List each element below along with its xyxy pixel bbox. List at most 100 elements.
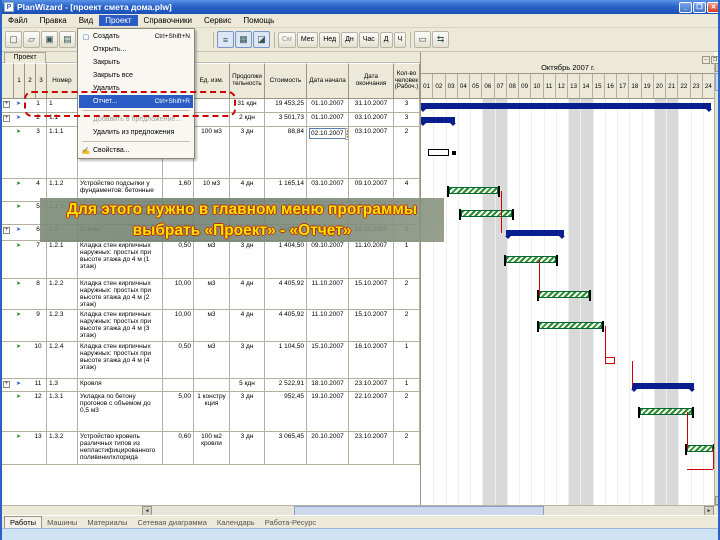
gantt-bar-task[interactable] bbox=[684, 443, 714, 455]
cost-cell[interactable]: 1 104,50 bbox=[265, 342, 307, 379]
gantt-bar-outline[interactable] bbox=[428, 149, 450, 156]
child-minimize-button[interactable]: – bbox=[702, 56, 710, 64]
start-date-cell[interactable]: 15.10.2007 bbox=[307, 342, 349, 379]
menubar-item-Помощь[interactable]: Помощь bbox=[237, 15, 280, 26]
gantt-bar-task[interactable] bbox=[638, 407, 694, 418]
timescale-button-Час[interactable]: Час bbox=[358, 31, 379, 48]
start-date-editor[interactable]: 02.10.2007 ▴ ▾ bbox=[309, 128, 348, 140]
task-number-cell[interactable]: 1.3.1 bbox=[47, 392, 78, 432]
duration-cell[interactable]: 5 кдн bbox=[230, 379, 265, 392]
gantt-bar-task[interactable] bbox=[503, 255, 558, 266]
scroll-up-icon[interactable]: ▲ bbox=[715, 63, 718, 72]
quantity-cell[interactable]: 5,00 bbox=[163, 392, 194, 432]
timescale-button-См[interactable]: См bbox=[278, 31, 296, 48]
end-date-cell[interactable]: 03.10.2007 bbox=[349, 113, 394, 126]
table-row[interactable]: ➤ 10 1.2.4 Кладка стен кирпичных наружных: … bbox=[2, 342, 420, 380]
menubar-item-Справочники[interactable]: Справочники bbox=[138, 15, 198, 26]
workers-cell[interactable]: 2 bbox=[394, 432, 420, 465]
task-name-cell[interactable]: Укладка по бетону прогонов с объемом до … bbox=[78, 392, 163, 432]
end-date-cell[interactable]: 22.10.2007 bbox=[349, 392, 394, 432]
unit-cell[interactable]: м3 bbox=[194, 310, 230, 342]
view-tab-Работа-Ресурс[interactable]: Работа-Ресурс bbox=[260, 517, 321, 528]
start-date-cell[interactable]: 01.10.2007 bbox=[307, 113, 349, 126]
task-name-cell[interactable]: Устройство кровель различных типов из не… bbox=[78, 432, 163, 465]
start-date-cell[interactable]: 19.10.2007 bbox=[307, 392, 349, 432]
menubar-item-Вид[interactable]: Вид bbox=[73, 15, 99, 26]
task-number-cell[interactable]: 1.2.1 bbox=[47, 241, 78, 278]
end-date-cell[interactable]: 31.10.2007 bbox=[349, 99, 394, 112]
unit-cell[interactable]: 100 м3 bbox=[194, 127, 230, 178]
task-name-cell[interactable]: Кладка стен кирпичных наружных: простых … bbox=[78, 342, 163, 379]
cost-cell[interactable]: 2 522,91 bbox=[265, 379, 307, 392]
duration-cell[interactable]: 3 дн bbox=[230, 127, 265, 178]
view-tab-Машины[interactable]: Машины bbox=[42, 517, 82, 528]
gantt-bar-summary[interactable] bbox=[504, 230, 566, 239]
duration-cell[interactable]: 3 дн bbox=[230, 241, 265, 278]
view-tab-Календарь[interactable]: Календарь bbox=[212, 517, 260, 528]
open-folder-icon[interactable]: ▱ bbox=[23, 31, 40, 48]
end-date-cell[interactable]: 23.10.2007 bbox=[349, 432, 394, 465]
gantt-view-icon[interactable]: ◪ bbox=[253, 31, 270, 48]
menubar-item-Сервис[interactable]: Сервис bbox=[198, 15, 237, 26]
gantt-bar-summary[interactable] bbox=[421, 103, 713, 112]
menubar-item-Файл[interactable]: Файл bbox=[2, 15, 34, 26]
menu-item-закрыть-все[interactable]: Закрыть все bbox=[79, 69, 193, 82]
workers-cell[interactable]: 2 bbox=[394, 127, 420, 178]
save-icon[interactable]: ▣ bbox=[41, 31, 58, 48]
workers-cell[interactable]: 3 bbox=[394, 113, 420, 126]
menu-item-удалить-из-предложения[interactable]: Удалить из предложения bbox=[79, 126, 193, 139]
menubar-item-Проект[interactable]: Проект bbox=[99, 15, 138, 26]
cost-cell[interactable]: 88,84 bbox=[265, 127, 307, 178]
task-number-cell[interactable]: 1.2.2 bbox=[47, 279, 78, 310]
vertical-scrollbar[interactable]: ▲ ▼ bbox=[714, 63, 718, 505]
menu-item-открыть-[interactable]: Открыть... bbox=[79, 43, 193, 56]
duration-cell[interactable]: 3 дн bbox=[230, 432, 265, 465]
close-button[interactable]: ✕ bbox=[707, 1, 718, 13]
task-name-cell[interactable]: Кладка стен кирпичных наружных: простых … bbox=[78, 279, 163, 310]
table-row[interactable]: + ➤ 11 1.3 Кровля 5 кдн 2 522,91 18.10.2007 23.1… bbox=[2, 379, 420, 393]
new-file-icon[interactable]: ▢ bbox=[5, 31, 22, 48]
project-pane-tab[interactable]: Проект bbox=[4, 52, 46, 63]
duration-cell[interactable]: 4 дн bbox=[230, 310, 265, 342]
start-date-cell[interactable]: 09.10.2007 bbox=[307, 241, 349, 278]
timescale-button-Д[interactable]: Д bbox=[379, 31, 393, 48]
unit-cell[interactable]: 1 констру кция bbox=[194, 392, 230, 432]
task-number-cell[interactable]: 1.3 bbox=[47, 379, 78, 392]
quantity-cell[interactable]: 0,50 bbox=[163, 342, 194, 379]
view-tab-Материалы[interactable]: Материалы bbox=[82, 517, 132, 528]
print-icon[interactable]: ▤ bbox=[59, 31, 76, 48]
end-date-cell[interactable]: 15.10.2007 bbox=[349, 310, 394, 342]
gantt-bar-red[interactable] bbox=[604, 356, 615, 364]
gantt-bar-task[interactable] bbox=[447, 185, 501, 197]
task-name-cell[interactable]: Кровля bbox=[78, 379, 163, 392]
menu-item-закрыть[interactable]: Закрыть bbox=[79, 56, 193, 69]
end-date-cell[interactable]: 15.10.2007 bbox=[349, 279, 394, 310]
expand-toggle-icon[interactable]: + bbox=[3, 115, 10, 122]
menu-item-создать[interactable]: ▢ Создать Ctrl+Shift+N bbox=[79, 30, 193, 43]
task-name-cell[interactable]: Кладка стен кирпичных наружных: простых … bbox=[78, 310, 163, 342]
table-row[interactable]: ➤ 7 1.2.1 Кладка стен кирпичных наружных: п… bbox=[2, 241, 420, 279]
timescale-button-Дн[interactable]: Дн bbox=[341, 31, 358, 48]
table-row[interactable]: ➤31.1.1Копание котлованов и траншей с по… bbox=[2, 127, 420, 179]
table-row[interactable]: ➤ 12 1.3.1 Укладка по бетону прогонов с объ… bbox=[2, 392, 420, 433]
workers-cell[interactable]: 2 bbox=[394, 310, 420, 342]
duration-cell[interactable]: 2 кдн bbox=[230, 113, 265, 126]
menubar-item-Правка[interactable]: Правка bbox=[34, 15, 73, 26]
task-number-cell[interactable]: 1.2.4 bbox=[47, 342, 78, 379]
table-row[interactable]: ➤ 13 1.3.2 Устройство кровель различных тип… bbox=[2, 432, 420, 466]
table-view-icon[interactable]: ▦ bbox=[235, 31, 252, 48]
minimize-button[interactable]: _ bbox=[679, 1, 692, 13]
start-date-cell[interactable]: 02.10.2007 ▴ ▾ bbox=[307, 127, 349, 178]
duration-cell[interactable]: 4 дн bbox=[230, 279, 265, 310]
end-date-cell[interactable]: 11.10.2007 bbox=[349, 241, 394, 278]
start-date-cell[interactable]: 11.10.2007 bbox=[307, 279, 349, 310]
table-row[interactable]: ➤ 9 1.2.3 Кладка стен кирпичных наружных: п… bbox=[2, 310, 420, 343]
quantity-cell[interactable] bbox=[163, 379, 194, 392]
unit-cell[interactable]: м3 bbox=[194, 279, 230, 310]
timescale-button-Ч[interactable]: Ч bbox=[393, 31, 407, 48]
quantity-cell[interactable]: 10,00 bbox=[163, 279, 194, 310]
gantt-bar-task[interactable] bbox=[459, 208, 514, 220]
cost-cell[interactable]: 1 404,50 bbox=[265, 241, 307, 278]
workers-cell[interactable]: 3 bbox=[394, 99, 420, 112]
expand-toggle-icon[interactable]: + bbox=[3, 227, 10, 234]
